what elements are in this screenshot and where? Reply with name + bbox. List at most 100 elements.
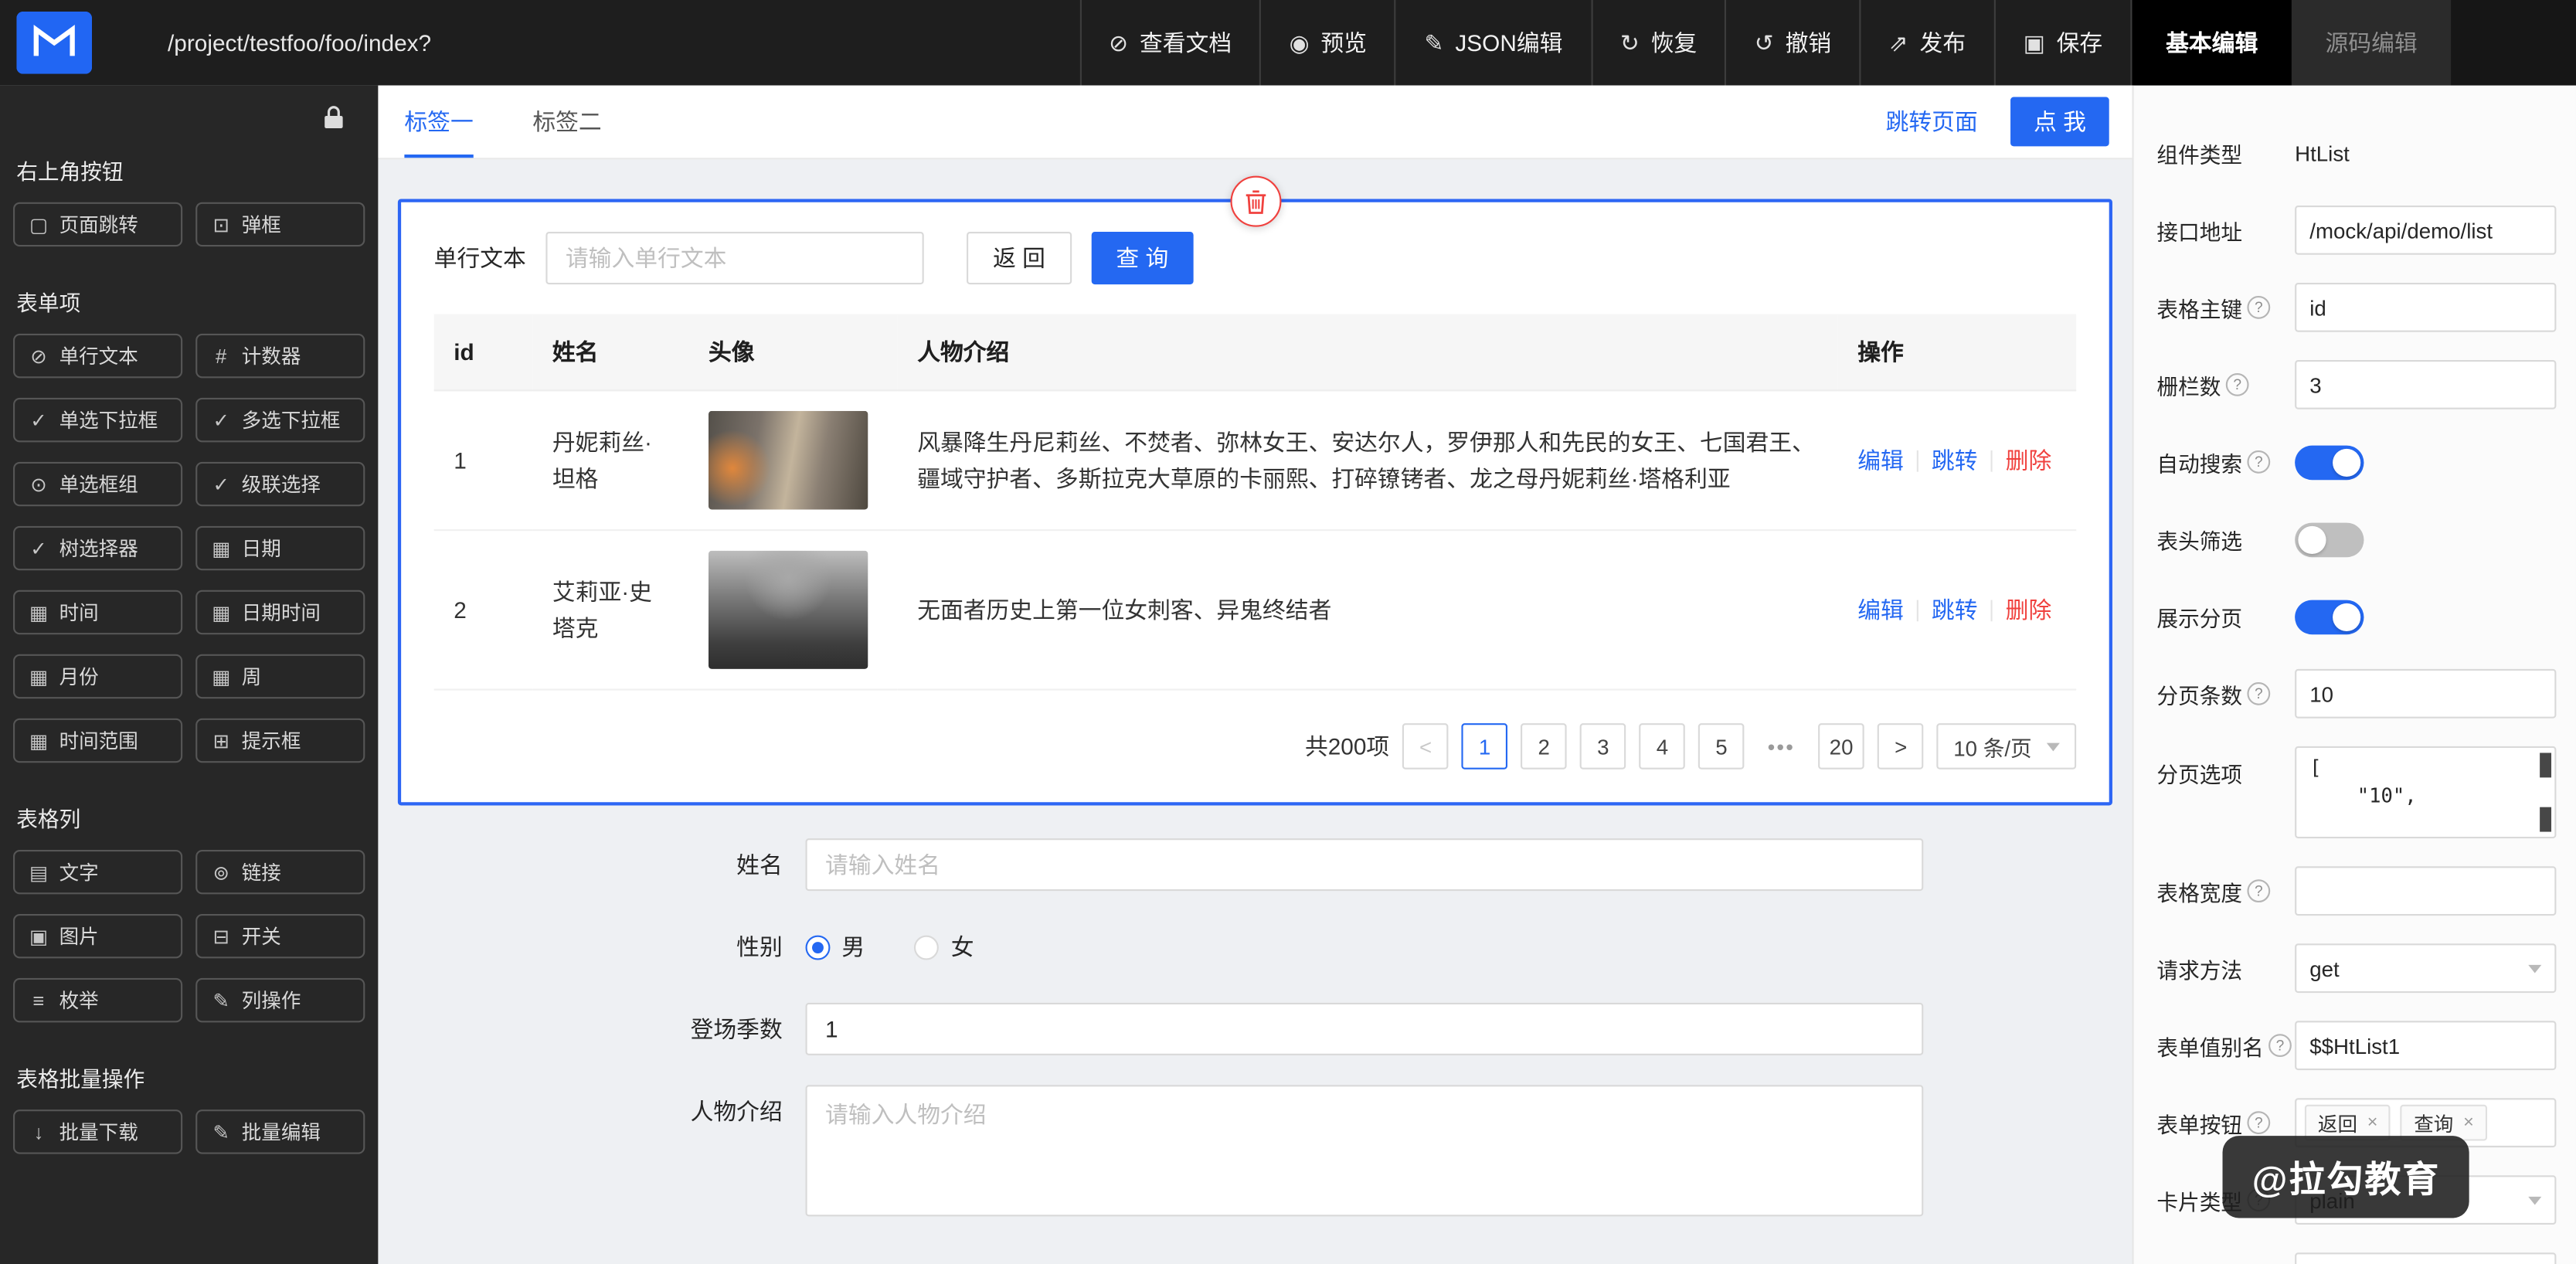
component-item-batch-download[interactable]: ↓批量下载 [13,1109,182,1154]
component-item-column-actions[interactable]: ✎列操作 [195,978,365,1022]
component-item-week[interactable]: ▦周 [195,654,365,698]
gender-radio-male[interactable]: 男 [806,920,865,973]
delete-component-button[interactable] [1229,176,1280,227]
component-item-tooltip[interactable]: ⊞提示框 [195,719,365,763]
component-item-switch-column[interactable]: ⊟开关 [195,914,365,958]
form-component[interactable]: 姓名 性别 男 女 登场季数 人物介 [398,806,2112,1225]
tab-basic-edit[interactable]: 基本编辑 [2132,0,2291,86]
page-button-5[interactable]: 5 [1698,723,1745,770]
table-row: 1 丹妮莉丝·坦格 风暴降生丹尼莉丝、不焚者、弥林女王、安达尔人，罗伊那人和先民… [434,390,2076,530]
back-button[interactable]: 返 回 [967,232,1072,284]
page-size-select[interactable]: 10 条/页 [1937,723,2076,770]
component-item-time-range[interactable]: ▦时间范围 [13,719,182,763]
preview-button[interactable]: ◉ 预览 [1259,0,1395,86]
intro-field[interactable] [806,1085,1924,1216]
list-component-panel[interactable]: 单行文本 返 回 查 询 id 姓名 头像 人物介绍 [398,199,2112,805]
edit-row-link[interactable]: 编辑 [1857,443,1904,477]
save-button[interactable]: ▣ 保存 [1993,0,2132,86]
page-button-3[interactable]: 3 [1580,723,1626,770]
gender-radio-female[interactable]: 女 [915,920,974,973]
component-item-multi-select[interactable]: ✓多选下拉框 [195,398,365,442]
request-method-select[interactable]: get [2295,943,2556,993]
page-button-1[interactable]: 1 [1462,723,1508,770]
canvas-tab-two[interactable]: 标签二 [532,86,601,158]
show-pagination-toggle[interactable] [2295,600,2364,634]
help-icon[interactable]: ? [2268,1034,2292,1057]
restore-button[interactable]: ↻ 恢复 [1591,0,1725,86]
query-button[interactable]: 查 询 [1091,232,1193,284]
component-item-cascader[interactable]: ✓级联选择 [195,462,365,506]
data-table: id 姓名 头像 人物介绍 操作 1 丹妮莉丝·坦格 [434,314,2076,690]
seasons-field[interactable] [806,1003,1924,1055]
table-key-field[interactable] [2295,283,2556,332]
component-item-datetime[interactable]: ▦日期时间 [195,590,365,634]
component-item-single-select[interactable]: ✓单选下拉框 [13,398,182,442]
component-item-radio-group[interactable]: ⊙单选框组 [13,462,182,506]
component-item-label: 开关 [242,923,281,950]
jump-page-link[interactable]: 跳转页面 [1886,105,1978,138]
card-title-field[interactable] [2295,1252,2556,1264]
component-item-tree-select[interactable]: ✓树选择器 [13,526,182,570]
header-filter-toggle[interactable] [2295,522,2364,557]
undo-label: 撤销 [1786,26,1832,59]
edit-row-link[interactable]: 编辑 [1857,593,1904,627]
remove-tag-icon[interactable]: × [2367,1113,2378,1131]
component-item-batch-edit[interactable]: ✎批量编辑 [195,1109,365,1154]
counter-icon: # [210,345,232,368]
tab-source-edit[interactable]: 源码编辑 [2292,0,2451,86]
help-icon[interactable]: ? [2247,682,2270,705]
component-item-image-column[interactable]: ▣图片 [13,914,182,958]
api-url-field[interactable] [2295,206,2556,255]
component-item-enum-column[interactable]: ≡枚举 [13,978,182,1022]
undo-button[interactable]: ↺ 撤销 [1725,0,1859,86]
delete-row-link[interactable]: 删除 [2006,593,2052,627]
jump-row-link[interactable]: 跳转 [1932,443,1978,477]
cell-id: 2 [434,530,533,689]
page-size-field[interactable] [2295,669,2556,719]
click-me-button[interactable]: 点 我 [2010,97,2109,147]
name-field[interactable] [806,838,1924,891]
action-divider [1991,600,1993,622]
watermark-badge: @拉勾教育 [2223,1136,2470,1218]
page-button-20[interactable]: 20 [1818,723,1865,770]
page-button-2[interactable]: 2 [1521,723,1567,770]
table-width-field[interactable] [2295,866,2556,916]
component-item-page-jump[interactable]: ▢ 页面跳转 [13,202,182,246]
remove-tag-icon[interactable]: × [2463,1113,2474,1131]
grid-columns-field[interactable] [2295,360,2556,409]
save-label: 保存 [2057,26,2103,59]
canvas-tab-one[interactable]: 标签一 [404,86,473,158]
lock-icon[interactable] [322,105,345,130]
form-alias-field[interactable] [2295,1021,2556,1070]
component-item-label: 批量下载 [59,1118,138,1146]
jump-row-link[interactable]: 跳转 [1932,593,1978,627]
app-logo[interactable] [16,12,92,74]
section-title-corner-buttons: 右上角按钮 [16,155,362,185]
config-row-page-options: 分页选项 [ "10", [2156,746,2556,838]
config-row-table-width: 表格宽度? [2156,866,2556,916]
prev-page-button[interactable]: < [1402,723,1449,770]
component-item-link-column[interactable]: ⊚链接 [195,850,365,894]
help-icon[interactable]: ? [2226,373,2249,396]
view-docs-button[interactable]: ⊘ 查看文档 [1079,0,1259,86]
help-icon[interactable]: ? [2247,296,2270,319]
delete-row-link[interactable]: 删除 [2006,443,2052,477]
json-edit-button[interactable]: ✎ JSON编辑 [1395,0,1590,86]
help-icon[interactable]: ? [2247,450,2270,474]
component-item-modal[interactable]: ⊡ 弹框 [195,202,365,246]
help-icon[interactable]: ? [2247,879,2270,902]
radio-icon [915,935,940,960]
next-page-button[interactable]: > [1878,723,1924,770]
component-item-text-input[interactable]: ⊘单行文本 [13,334,182,378]
help-icon[interactable]: ? [2247,1111,2270,1134]
page-button-4[interactable]: 4 [1640,723,1686,770]
component-item-text-column[interactable]: ▤文字 [13,850,182,894]
component-item-date[interactable]: ▦日期 [195,526,365,570]
search-input[interactable] [545,232,923,284]
component-item-month[interactable]: ▦月份 [13,654,182,698]
component-item-time[interactable]: ▦时间 [13,590,182,634]
page-options-editor[interactable]: [ "10", [2295,746,2556,838]
component-item-counter[interactable]: #计数器 [195,334,365,378]
auto-search-toggle[interactable] [2295,445,2364,480]
publish-button[interactable]: ⇗ 发布 [1859,0,1993,86]
